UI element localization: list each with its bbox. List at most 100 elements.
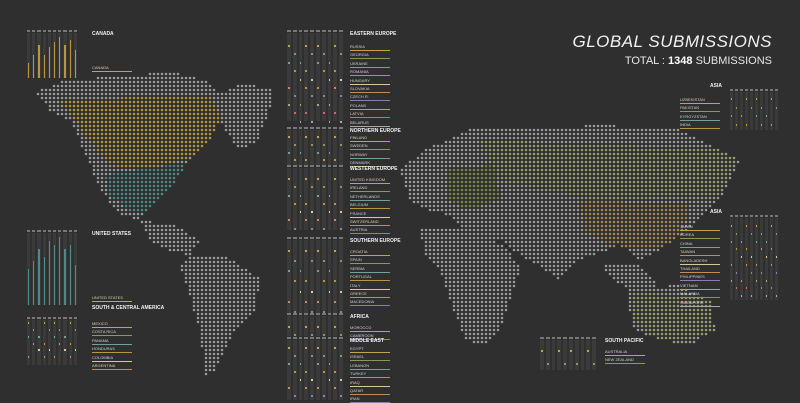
map-dot [145,225,148,228]
map-dot [113,89,116,92]
map-dot [509,209,512,212]
map-dot [565,257,568,260]
map-dot [233,273,236,276]
map-dot [661,325,664,328]
bar-mark [75,349,76,351]
map-dot [669,285,672,288]
map-dot [653,297,656,300]
map-dot [709,157,712,160]
map-dot [477,193,480,196]
country-label: FINLAND [350,136,367,140]
map-dot [641,189,644,192]
map-dot [605,221,608,224]
map-dot [265,101,268,104]
map-dot [661,141,664,144]
bar-mark [340,53,342,55]
map-dot [625,217,628,220]
map-dot [61,109,64,112]
map-dot [613,157,616,160]
map-dot [557,169,560,172]
map-dot [157,177,160,180]
map-dot [185,101,188,104]
map-dot [521,225,524,228]
map-dot [693,209,696,212]
map-dot [485,213,488,216]
map-dot [525,241,528,244]
map-dot [493,209,496,212]
map-dot [705,325,708,328]
map-dot [521,145,524,148]
bar [33,55,34,78]
map-dot [657,229,660,232]
map-dot [573,229,576,232]
map-dot [209,89,212,92]
map-dot [549,257,552,260]
map-dot [649,141,652,144]
map-dot [61,113,64,116]
map-dot [657,241,660,244]
column-tick [299,313,303,315]
map-dot [481,289,484,292]
map-dot [77,97,80,100]
map-dot [133,149,136,152]
map-dot [605,189,608,192]
map-dot [433,145,436,148]
map-dot [137,213,140,216]
map-dot [569,245,572,248]
map-dot [449,253,452,256]
map-dot [481,201,484,204]
country-label: MOROCCO [350,326,371,330]
map-dot [485,185,488,188]
map-dot [249,109,252,112]
map-dot [621,205,624,208]
map-dot [561,193,564,196]
map-dot [161,97,164,100]
map-dot [613,129,616,132]
map-dot [637,301,640,304]
map-dot [165,169,168,172]
map-dot [221,341,224,344]
map-dot [521,129,524,132]
map-dot [133,197,136,200]
map-dot [577,177,580,180]
map-dot [149,113,152,116]
map-dot [505,233,508,236]
map-dot [105,89,108,92]
map-dot [165,73,168,76]
map-dot [473,221,476,224]
map-dot [157,129,160,132]
map-dot [641,285,644,288]
map-dot [473,233,476,236]
map-dot [677,201,680,204]
map-dot [189,281,192,284]
map-dot [569,265,572,268]
map-dot [141,209,144,212]
map-dot [157,153,160,156]
map-dot [141,117,144,120]
map-dot [185,133,188,136]
map-dot [641,165,644,168]
map-dot [101,157,104,160]
map-dot [433,153,436,156]
map-dot [589,241,592,244]
map-dot [577,133,580,136]
map-dot [641,245,644,248]
map-dot [193,93,196,96]
map-dot [173,181,176,184]
map-dot [61,85,64,88]
map-dot [653,129,656,132]
map-dot [669,301,672,304]
map-dot [249,121,252,124]
map-dot [229,129,232,132]
map-dot [209,269,212,272]
map-dot [573,133,576,136]
map-dot [569,153,572,156]
map-dot [641,153,644,156]
map-dot [453,185,456,188]
map-dot [613,177,616,180]
map-dot [185,273,188,276]
map-dot [673,229,676,232]
map-dot [489,181,492,184]
map-dot [225,257,228,260]
map-dot [653,173,656,176]
